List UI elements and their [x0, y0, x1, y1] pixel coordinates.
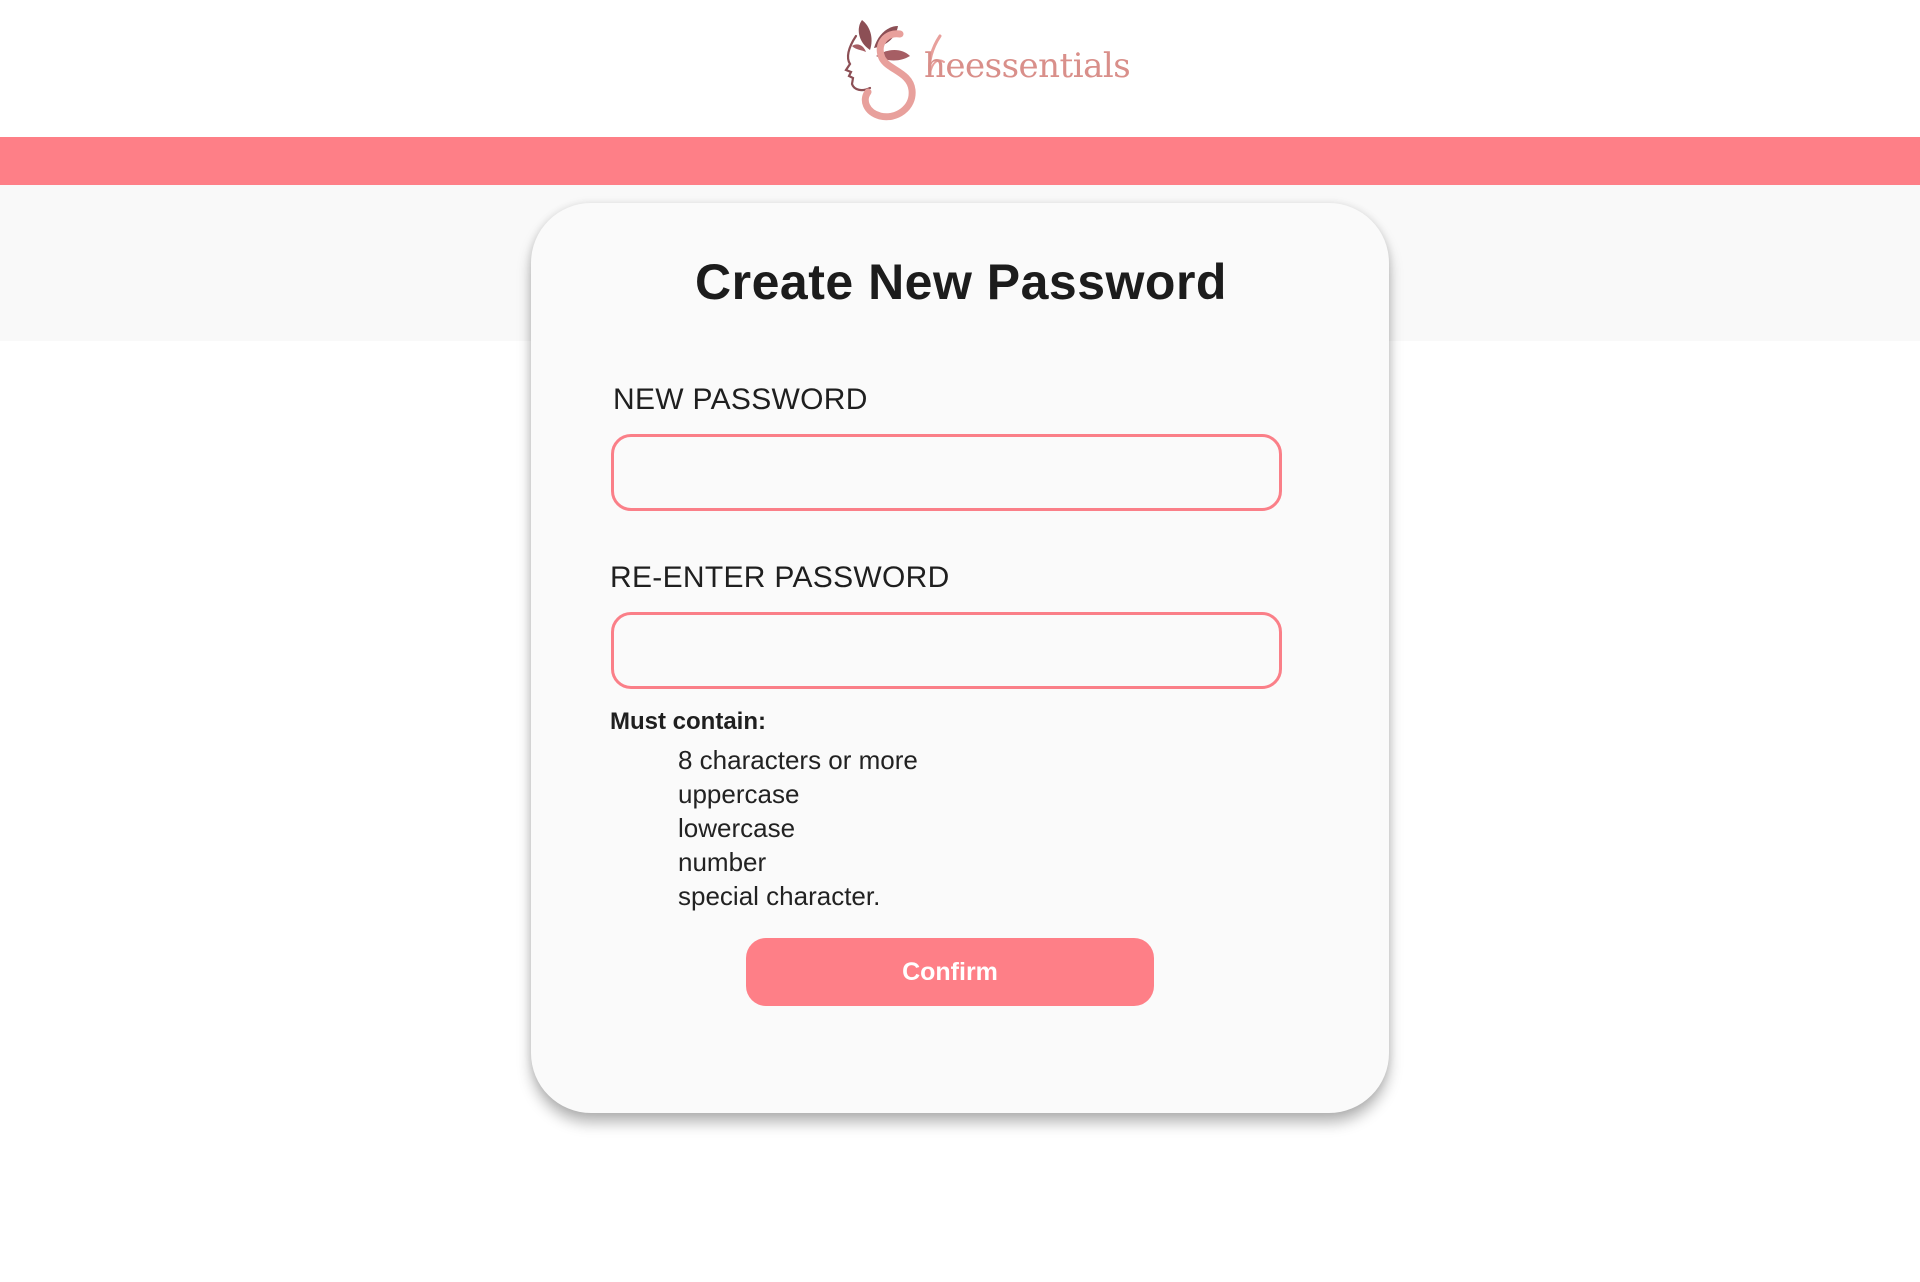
brand-wordmark: heessentials	[924, 46, 1131, 86]
requirement-uppercase: uppercase	[678, 779, 800, 809]
requirements-heading: Must contain:	[610, 708, 766, 735]
site-header: heessentials	[0, 0, 1920, 137]
requirement-lowercase: lowercase	[678, 813, 796, 843]
requirement-number: number	[678, 847, 767, 877]
confirm-button[interactable]: Confirm	[746, 938, 1154, 1006]
page-title: Create New Password	[695, 254, 1227, 310]
requirement-length: 8 characters or more	[678, 745, 918, 775]
new-password-label: NEW PASSWORD	[613, 383, 868, 416]
reenter-password-input[interactable]	[611, 612, 1282, 689]
requirement-special: special character.	[678, 881, 881, 911]
reenter-password-label: RE-ENTER PASSWORD	[610, 561, 950, 594]
new-password-input[interactable]	[611, 434, 1282, 511]
password-card: Create New Password NEW PASSWORD RE-ENTE…	[531, 203, 1389, 1113]
accent-bar	[0, 137, 1920, 185]
requirements-list: 8 characters or more uppercase lowercase…	[678, 743, 918, 913]
